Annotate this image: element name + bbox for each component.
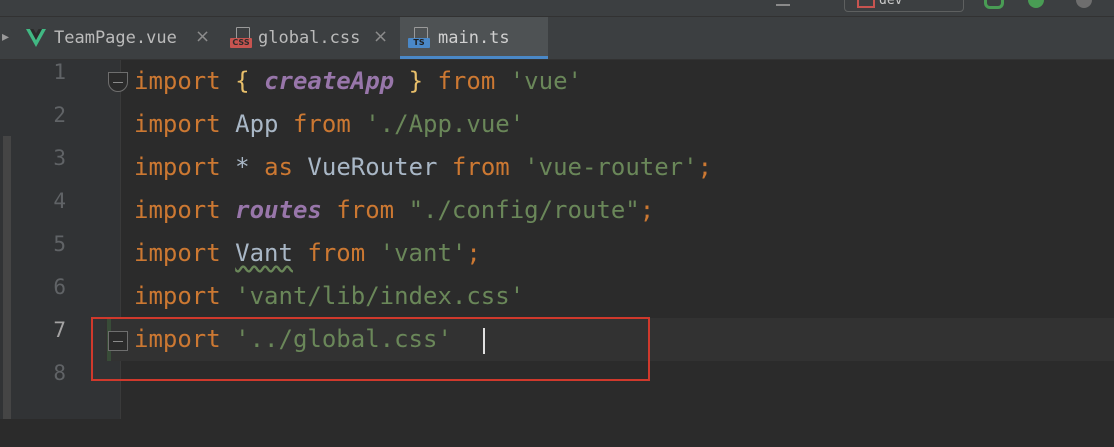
typescript-file-icon: TS (408, 27, 430, 49)
left-tool-strip (0, 60, 14, 419)
code-editor[interactable]: 1 2 3 4 5 6 7 8 import '../global.css' i… (0, 60, 1114, 419)
tab-label: TeamPage.vue (54, 28, 177, 48)
active-tab-indicator (400, 56, 548, 59)
keyword: from (451, 153, 510, 181)
code-line-2[interactable]: import App from './App.vue' (134, 103, 524, 146)
keyword: as (264, 153, 293, 181)
keyword: from (292, 110, 351, 138)
tab-label: global.css (258, 28, 361, 48)
code-line-1[interactable]: import { createApp } from 'vue' (134, 60, 582, 103)
string-literal: 'vant' (379, 239, 467, 267)
build-icon[interactable] (984, 0, 1004, 9)
keyword: from (307, 239, 366, 267)
keyword: import (134, 153, 221, 181)
minimize-icon[interactable] (776, 4, 790, 6)
keyword: import (134, 282, 221, 310)
run-config-label: dev (879, 0, 903, 8)
keyword: import (134, 196, 221, 224)
line-number: 5 (53, 232, 66, 256)
code-line-6[interactable]: import 'vant/lib/index.css' (134, 275, 524, 318)
line-number: 3 (53, 146, 66, 170)
code-line-4[interactable]: import routes from "./config/route"; (134, 189, 654, 232)
run-config-selector[interactable]: dev (844, 0, 964, 12)
code-line-5[interactable]: import Vant from 'vant'; (134, 232, 481, 275)
close-icon[interactable]: × (373, 26, 388, 47)
css-file-icon: CSS (230, 27, 252, 49)
import-name: createApp (264, 67, 395, 95)
line-number: 7 (53, 318, 66, 342)
close-icon[interactable]: × (195, 26, 210, 47)
line-number: 4 (53, 189, 66, 213)
tab-main-ts[interactable]: TS main.ts (400, 17, 548, 59)
string-literal: 'vant/lib/index.css' (235, 282, 525, 310)
tab-global-css[interactable]: CSS global.css × (222, 17, 398, 59)
fold-start-icon[interactable] (108, 72, 128, 92)
string-literal: 'vue' (509, 67, 582, 95)
run-config-icon (857, 0, 875, 8)
annotation-highlight-box (91, 317, 650, 381)
brace: } (408, 67, 424, 95)
identifier: App (235, 110, 279, 138)
string-literal: "./config/route" (408, 196, 640, 224)
scrollbar-thumb[interactable] (3, 136, 11, 419)
identifier: Vant (235, 239, 293, 267)
tab-label: main.ts (438, 28, 510, 48)
editor-tab-bar: ▸ TeamPage.vue × CSS global.css × TS mai… (0, 17, 1114, 60)
line-number: 8 (53, 361, 66, 385)
debug-icon[interactable] (1076, 0, 1092, 8)
semicolon: ; (466, 239, 481, 267)
keyword: import (134, 110, 221, 138)
line-number: 6 (53, 275, 66, 299)
vue-icon (26, 29, 46, 47)
title-toolbar: dev (0, 0, 1114, 17)
tab-teampage-vue[interactable]: TeamPage.vue × (18, 17, 222, 59)
string-literal: './App.vue' (365, 110, 525, 138)
keyword: import (134, 239, 221, 267)
tab-scroll-left-icon[interactable]: ▸ (2, 29, 9, 45)
identifier: VueRouter (307, 153, 438, 181)
code-line-3[interactable]: import * as VueRouter from 'vue-router'; (134, 146, 712, 189)
keyword: from (336, 196, 395, 224)
brace: { (235, 67, 250, 95)
operator: * (235, 153, 250, 181)
import-name: routes (235, 196, 322, 224)
keyword: from (437, 67, 496, 95)
keyword: import (134, 67, 221, 95)
semicolon: ; (697, 153, 713, 181)
line-number: 2 (53, 103, 66, 127)
string-literal: 'vue-router' (524, 153, 698, 181)
run-icon[interactable] (1028, 0, 1044, 8)
line-number: 1 (53, 60, 66, 84)
semicolon: ; (639, 196, 655, 224)
